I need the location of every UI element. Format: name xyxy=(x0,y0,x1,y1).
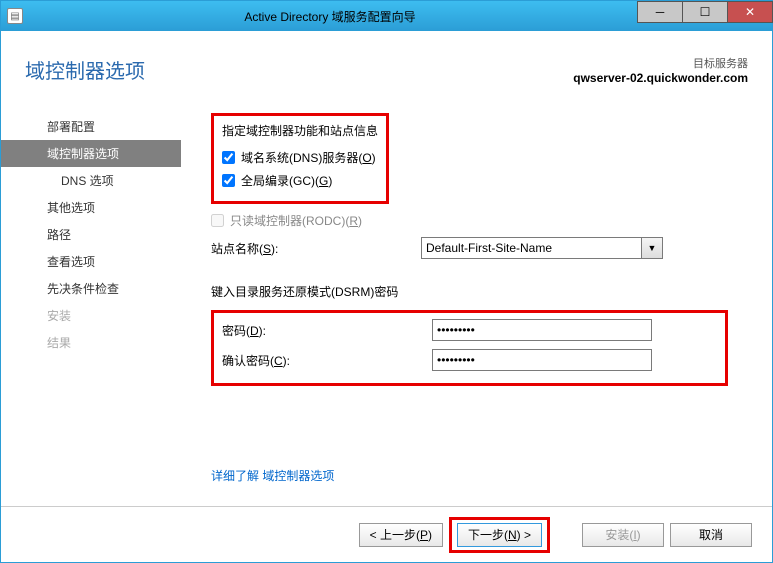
close-button[interactable]: ✕ xyxy=(727,1,773,23)
checkbox-rodc-label: 只读域控制器(RODC)(R) xyxy=(230,212,362,229)
formrow-confirm-password: 确认密码(C): xyxy=(222,349,717,371)
checkbox-gc-label: 全局编录(GC)(G) xyxy=(241,172,332,189)
minimize-button[interactable]: ─ xyxy=(637,1,683,23)
install-button: 安装(I) xyxy=(582,523,664,547)
sidebar-item-dc-options[interactable]: 域控制器选项 xyxy=(1,140,181,167)
sidebar: 部署配置 域控制器选项 DNS 选项 其他选项 路径 查看选项 先决条件检查 安… xyxy=(1,95,181,506)
content: 域控制器选项 目标服务器 qwserver-02.quickwonder.com… xyxy=(1,31,772,562)
target-server-name: qwserver-02.quickwonder.com xyxy=(573,71,748,85)
section-title-dsrm: 键入目录服务还原模式(DSRM)密码 xyxy=(211,283,728,300)
sidebar-item-paths[interactable]: 路径 xyxy=(1,221,181,248)
main-panel: 指定域控制器功能和站点信息 域名系统(DNS)服务器(O) 全局编录(GC)(G… xyxy=(181,95,748,506)
checkbox-row-rodc: 只读域控制器(RODC)(R) xyxy=(211,212,728,229)
header-row: 域控制器选项 目标服务器 qwserver-02.quickwonder.com xyxy=(1,31,772,95)
cancel-button[interactable]: 取消 xyxy=(670,523,752,547)
prev-button[interactable]: < 上一步(P) xyxy=(359,523,443,547)
checkbox-row-gc: 全局编录(GC)(G) xyxy=(222,172,378,189)
checkbox-dns[interactable] xyxy=(222,151,235,164)
sidebar-item-prereq[interactable]: 先决条件检查 xyxy=(1,275,181,302)
sidebar-item-review[interactable]: 查看选项 xyxy=(1,248,181,275)
sitename-select[interactable]: Default-First-Site-Name xyxy=(421,237,641,259)
sidebar-item-install: 安装 xyxy=(1,302,181,329)
learn-more-prefix: 详细了解 xyxy=(211,469,259,483)
checkbox-rodc xyxy=(211,214,224,227)
sidebar-item-results: 结果 xyxy=(1,329,181,356)
checkbox-row-dns: 域名系统(DNS)服务器(O) xyxy=(222,149,378,166)
highlight-box-password: 密码(D): 确认密码(C): xyxy=(211,310,728,386)
sidebar-item-deploy-config[interactable]: 部署配置 xyxy=(1,113,181,140)
checkbox-dns-label: 域名系统(DNS)服务器(O) xyxy=(241,149,376,166)
sitename-select-wrap: Default-First-Site-Name ▼ xyxy=(421,237,663,259)
password-label: 密码(D): xyxy=(222,322,432,339)
sitename-label: 站点名称(S): xyxy=(211,240,421,257)
target-server-label: 目标服务器 xyxy=(573,55,748,71)
learn-more: 详细了解 域控制器选项 xyxy=(211,467,334,484)
highlight-box-next: 下一步(N) > xyxy=(449,517,550,553)
titlebar: ▤ Active Directory 域服务配置向导 ─ ☐ ✕ xyxy=(1,1,772,31)
body-row: 部署配置 域控制器选项 DNS 选项 其他选项 路径 查看选项 先决条件检查 安… xyxy=(1,95,772,506)
window-controls: ─ ☐ ✕ xyxy=(637,1,772,31)
wizard-window: ▤ Active Directory 域服务配置向导 ─ ☐ ✕ 域控制器选项 … xyxy=(0,0,773,563)
learn-more-link[interactable]: 域控制器选项 xyxy=(262,469,334,483)
checkbox-gc[interactable] xyxy=(222,174,235,187)
sitename-dropdown-button[interactable]: ▼ xyxy=(641,237,663,259)
confirm-password-label: 确认密码(C): xyxy=(222,352,432,369)
window-title: Active Directory 域服务配置向导 xyxy=(23,8,637,25)
password-input[interactable] xyxy=(432,319,652,341)
target-server: 目标服务器 qwserver-02.quickwonder.com xyxy=(573,55,748,85)
sidebar-item-other-options[interactable]: 其他选项 xyxy=(1,194,181,221)
highlight-box-capabilities: 指定域控制器功能和站点信息 域名系统(DNS)服务器(O) 全局编录(GC)(G… xyxy=(211,113,389,204)
sidebar-item-dns-options[interactable]: DNS 选项 xyxy=(1,167,181,194)
app-icon: ▤ xyxy=(7,8,23,24)
formrow-password: 密码(D): xyxy=(222,319,717,341)
page-title: 域控制器选项 xyxy=(25,55,145,85)
maximize-button[interactable]: ☐ xyxy=(682,1,728,23)
section-title-capabilities: 指定域控制器功能和站点信息 xyxy=(222,122,378,139)
footer: < 上一步(P) 下一步(N) > 安装(I) 取消 xyxy=(1,506,772,562)
next-button[interactable]: 下一步(N) > xyxy=(457,523,542,547)
confirm-password-input[interactable] xyxy=(432,349,652,371)
formrow-sitename: 站点名称(S): Default-First-Site-Name ▼ xyxy=(211,237,728,259)
